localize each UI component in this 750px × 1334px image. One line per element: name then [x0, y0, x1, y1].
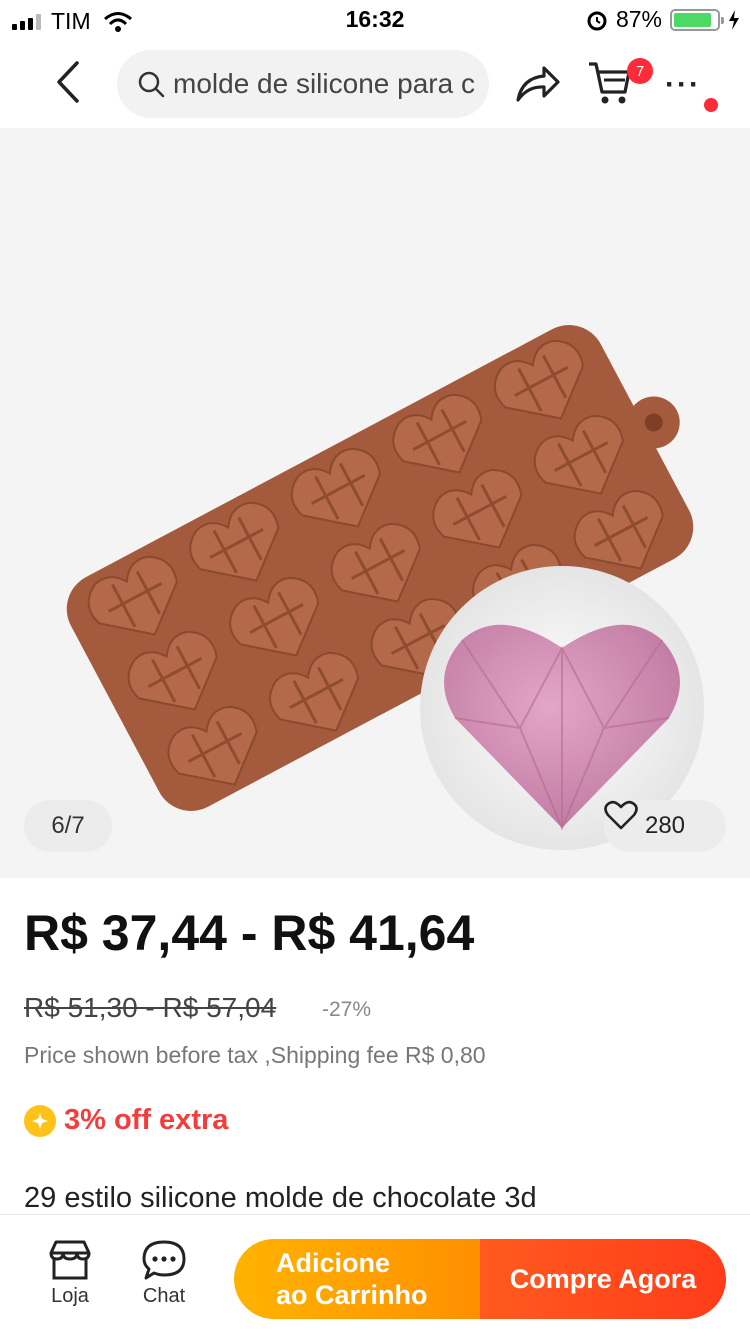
chat-icon [142, 1240, 186, 1280]
nav-bar: molde de silicone para c 7 ··· [0, 40, 750, 128]
add-to-cart-button[interactable]: Adicione ao Carrinho [234, 1239, 482, 1319]
more-icon: ··· [665, 68, 701, 101]
back-icon [57, 61, 79, 103]
more-button[interactable]: ··· [660, 68, 706, 101]
coin-icon [24, 1104, 56, 1137]
product-image-gallery[interactable]: 6/7 280 [0, 128, 750, 878]
image-page-indicator: 6/7 [24, 800, 112, 852]
chat-tab[interactable]: Chat [124, 1239, 204, 1308]
add-to-cart-label-line2: ao Carrinho [276, 1280, 428, 1310]
heart-icon [604, 800, 638, 830]
store-tab[interactable]: Loja [30, 1239, 110, 1308]
store-label: Loja [51, 1285, 89, 1307]
product-image [66, 325, 704, 850]
search-query: molde de silicone para c [173, 68, 475, 99]
add-to-cart-label-line1: Adicione [276, 1248, 391, 1278]
share-button[interactable] [512, 62, 562, 108]
back-button[interactable] [40, 52, 96, 112]
buy-now-label: Compre Agora [509, 1263, 697, 1294]
promo-badge[interactable]: 3% off extra [24, 1104, 228, 1137]
promo-text: 3% off extra [64, 1104, 229, 1136]
favorite-count: 280 [644, 812, 686, 839]
charging-icon [729, 9, 739, 30]
price-range: R$ 37,44 - R$ 41,64 [24, 905, 475, 961]
status-bar: TIM 16:32 87% [0, 0, 750, 40]
alarm-icon [587, 11, 607, 30]
discount-percent: -27% [322, 998, 372, 1021]
search-bar[interactable]: molde de silicone para c [117, 50, 489, 118]
original-price-range: R$ 51,30 - R$ 57,04 [24, 992, 277, 1023]
buy-now-button[interactable]: Compre Agora [480, 1239, 726, 1319]
chat-label: Chat [142, 1285, 186, 1307]
notification-dot [704, 98, 718, 112]
favorite-button[interactable]: 280 [604, 800, 726, 852]
battery-percent: 87% [615, 6, 662, 32]
tax-shipping-note: Price shown before tax ,Shipping fee R$ … [24, 1042, 486, 1068]
share-icon [516, 66, 560, 102]
store-icon [49, 1240, 91, 1280]
battery-icon [670, 8, 724, 31]
search-icon [138, 71, 165, 98]
bottom-action-bar: Loja Chat Adicione ao Carrinho Compre Ag… [0, 1214, 750, 1334]
cart-count-badge: 7 [627, 58, 653, 84]
product-title: 29 estilo silicone molde de chocolate 3d [24, 1182, 537, 1214]
